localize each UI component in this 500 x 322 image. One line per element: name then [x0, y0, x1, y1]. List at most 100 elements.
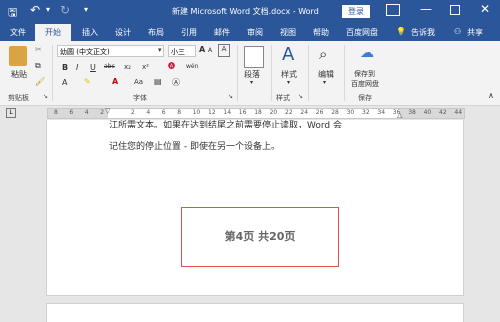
char-shading-icon[interactable]: ▤	[154, 77, 162, 86]
tab-help[interactable]: 帮助	[313, 27, 329, 38]
subscript-button[interactable]: x₂	[124, 63, 131, 71]
enclose-char-icon[interactable]: Ⓐ	[172, 77, 180, 88]
search-icon[interactable]: ⌕	[319, 45, 327, 63]
page-count-text: 第4页 共20页	[224, 230, 296, 243]
tab-layout[interactable]: 布局	[148, 27, 164, 38]
tell-me-label[interactable]: 告诉我	[411, 27, 435, 38]
tab-design[interactable]: 设计	[115, 27, 131, 38]
baidu-netdisk-icon[interactable]: ☁	[360, 45, 374, 61]
paste-icon[interactable]	[9, 46, 27, 66]
font-family-select[interactable]: 幼圆 (中文正文)	[57, 45, 164, 57]
text-effects-icon[interactable]: A	[62, 78, 67, 87]
save-icon[interactable]: 🖫	[8, 4, 17, 23]
first-line-indent-marker[interactable]: ▽	[105, 107, 110, 115]
font-size-select[interactable]: 小三	[168, 45, 196, 57]
document-page: 江所需文本。如果在达到结尾之前需要停止读取，Word 会 记住您的停止位置 - …	[46, 120, 464, 296]
ruler-tick-label: 38	[408, 109, 416, 116]
font-group-label: 字体	[133, 94, 147, 102]
tab-baidu[interactable]: 百度网盘	[346, 27, 378, 38]
strikethrough-button[interactable]: abc	[104, 63, 115, 70]
superscript-button[interactable]: x²	[142, 63, 149, 71]
undo-dropdown-icon[interactable]: ▾	[46, 5, 50, 14]
tab-review[interactable]: 审阅	[247, 27, 263, 38]
ruler-tick-label: 10	[192, 109, 201, 116]
font-color-icon[interactable]: A	[112, 77, 118, 86]
shrink-font-button[interactable]: A	[208, 47, 212, 54]
tab-file[interactable]: 文件	[10, 27, 26, 38]
ruler-tick-label: 4	[146, 109, 151, 116]
ruler-tick-label: 14	[223, 109, 232, 116]
divider	[237, 45, 238, 101]
save-group-label: 保存	[358, 94, 372, 102]
tab-references[interactable]: 引用	[181, 27, 197, 38]
ruler-tick-label: 34	[377, 109, 386, 116]
ruler-tick-label: 4	[84, 109, 89, 116]
document-line[interactable]: 江所需文本。如果在达到结尾之前需要停止读取，Word 会	[109, 118, 409, 128]
char-border-button[interactable]: A	[218, 44, 230, 57]
change-case-button[interactable]: Aa	[134, 78, 143, 86]
ruler-tick-label: 18	[254, 109, 262, 116]
share-button[interactable]: 共享	[467, 27, 483, 38]
chevron-down-icon[interactable]: ▾	[158, 46, 162, 54]
undo-icon[interactable]: ↶	[30, 3, 40, 17]
clipboard-group-label: 剪贴板	[8, 94, 29, 102]
italic-button[interactable]: I	[76, 63, 78, 72]
tab-home[interactable]: 开始	[35, 24, 71, 41]
cut-icon[interactable]: ✂	[35, 45, 42, 54]
lightbulb-icon: 💡	[396, 27, 406, 36]
font-launcher-icon[interactable]: ↘	[228, 93, 233, 100]
highlight-icon[interactable]: ✎	[84, 77, 91, 86]
tab-mailings[interactable]: 邮件	[214, 27, 230, 38]
minimize-icon[interactable]: —	[420, 2, 432, 16]
ruler-tick-label: 28	[331, 109, 339, 116]
underline-button[interactable]: U	[90, 63, 96, 72]
save-to-label[interactable]: 保存到	[354, 69, 375, 79]
ribbon-tabs: 文件 开始 插入 设计 布局 引用 邮件 审阅 视图 帮助 百度网盘 💡 告诉我…	[0, 24, 500, 41]
chevron-down-icon[interactable]: ▾	[250, 79, 253, 86]
ribbon-display-options-icon[interactable]	[386, 4, 400, 16]
collapse-ribbon-icon[interactable]: ∧	[488, 91, 494, 100]
format-painter-icon[interactable]: 🖌	[35, 77, 45, 86]
clipboard-launcher-icon[interactable]: ↘	[43, 93, 48, 100]
phonetic-guide-button[interactable]: wén	[186, 63, 198, 70]
baidu-netdisk-label[interactable]: 百度网盘	[351, 79, 379, 89]
ruler-tick-label: 22	[285, 109, 293, 116]
grow-font-button[interactable]: A	[199, 45, 205, 54]
page-count-box: 第4页 共20页	[181, 207, 339, 267]
close-icon[interactable]: ✕	[480, 2, 490, 16]
ribbon: 粘贴 ✂ ⧉ 🖌 剪贴板 ↘ 幼圆 (中文正文) ▾ 小三 A A A B I …	[0, 41, 500, 106]
tab-view[interactable]: 视图	[280, 27, 296, 38]
ruler-tick-label: 32	[362, 109, 370, 116]
chevron-down-icon[interactable]: ▾	[323, 79, 326, 86]
font-family-value: 幼圆 (中文正文)	[60, 48, 110, 56]
tab-insert[interactable]: 插入	[82, 27, 98, 38]
ruler-tick-label: 24	[300, 109, 309, 116]
font-size-value: 小三	[171, 48, 185, 56]
customize-toolbar-icon[interactable]: ▾	[84, 5, 88, 14]
document-line[interactable]: 记住您的停止位置 - 即使在另一个设备上。	[109, 139, 280, 152]
ruler-tick-label: 2	[100, 109, 105, 116]
ruler-tick-label: 12	[208, 109, 216, 116]
paste-label[interactable]: 粘贴	[11, 69, 27, 80]
ruler-tick-label: 2	[131, 109, 135, 116]
divider	[308, 45, 309, 101]
styles-icon[interactable]: A	[282, 44, 294, 65]
tab-stop-selector[interactable]: L	[6, 108, 16, 118]
styles-launcher-icon[interactable]: ↘	[298, 93, 303, 100]
maximize-icon[interactable]	[450, 5, 460, 15]
login-button[interactable]: 登录	[342, 5, 370, 18]
redo-icon[interactable]: ↻	[60, 3, 70, 17]
ruler-tick-label: 42	[439, 109, 447, 116]
copy-icon[interactable]: ⧉	[35, 61, 41, 71]
ruler-tick-label: 8	[177, 109, 182, 116]
ruler-tick-label: 6	[161, 109, 166, 116]
clear-format-icon[interactable]: 🅐	[168, 61, 175, 71]
bold-button[interactable]: B	[62, 63, 68, 72]
paragraph-icon[interactable]	[244, 46, 264, 68]
divider	[52, 45, 53, 101]
ruler-tick-label: 8	[54, 109, 58, 116]
ruler-tick-label: 26	[315, 109, 324, 116]
ruler-tick-label: 20	[269, 109, 278, 116]
person-icon: ⚇	[454, 27, 462, 36]
chevron-down-icon[interactable]: ▾	[287, 79, 290, 86]
